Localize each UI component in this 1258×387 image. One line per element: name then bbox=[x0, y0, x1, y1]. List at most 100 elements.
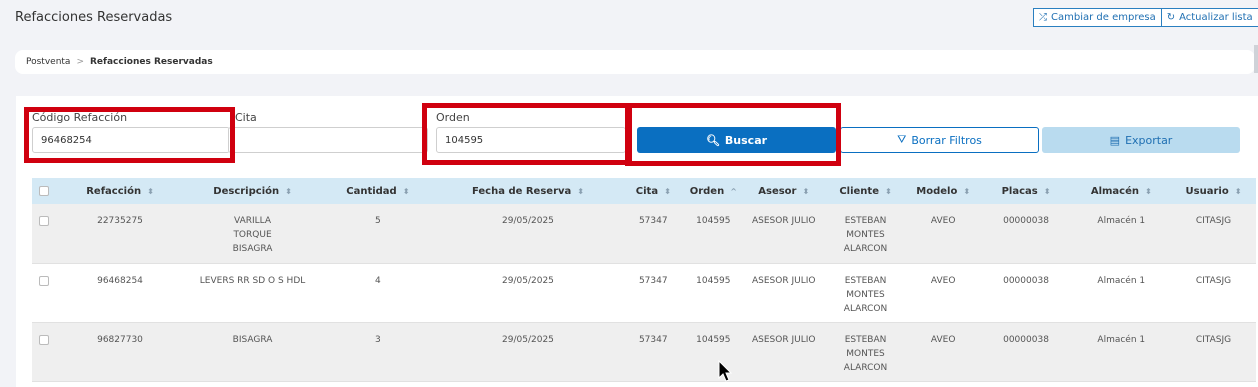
exportar-label: Exportar bbox=[1125, 133, 1173, 147]
sort-icon: ⬍ bbox=[285, 186, 292, 196]
exportar-button[interactable]: ▤ Exportar bbox=[1042, 127, 1240, 153]
col-cita[interactable]: Cita ⬍ bbox=[622, 178, 684, 204]
buscar-button[interactable]: 🔍︎ Buscar bbox=[637, 127, 836, 153]
borrar-filtros-label: Borrar Filtros bbox=[911, 133, 982, 147]
sort-icon: ⬍ bbox=[577, 186, 584, 196]
row-select-cell[interactable] bbox=[32, 322, 57, 381]
orden-input[interactable]: 104595 bbox=[436, 127, 626, 153]
cell-cantidad: 5 bbox=[374, 216, 381, 226]
table-row[interactable]: 22735275 VARILLA TORQUE BISAGRA 5 29/05/… bbox=[32, 204, 1256, 263]
col-almacen[interactable]: Almacén ⬍ bbox=[1072, 178, 1171, 204]
sort-icon: ⬍ bbox=[1145, 186, 1152, 196]
cell-placas: 00000038 bbox=[1003, 275, 1049, 286]
cell-descripcion: LEVERS RR SD O S HDL bbox=[199, 275, 306, 286]
breadcrumb-parent[interactable]: Postventa bbox=[26, 57, 70, 67]
cell-usuario: CITASJG bbox=[1195, 334, 1232, 345]
select-all-checkbox[interactable] bbox=[39, 185, 50, 196]
cell-cliente: ESTEBAN MONTES ALARCON bbox=[843, 334, 888, 373]
col-fecha-reserva[interactable]: Fecha de Reserva ⬍ bbox=[434, 178, 622, 204]
cell-cliente: ESTEBAN MONTES ALARCON bbox=[843, 275, 888, 314]
export-file-icon: ▤ bbox=[1109, 133, 1121, 147]
col-refaccion[interactable]: Refacción ⬍ bbox=[57, 178, 183, 204]
cell-modelo: AVEO bbox=[930, 216, 956, 226]
breadcrumb-current: Refacciones Reservadas bbox=[90, 57, 213, 67]
cell-cantidad: 3 bbox=[374, 334, 381, 345]
codigo-refaccion-label: Código Refacción bbox=[32, 111, 128, 124]
orden-label: Orden bbox=[436, 111, 470, 124]
sort-icon: ⬍ bbox=[1043, 186, 1051, 196]
refresh-list-button[interactable]: ↻ Actualizar lista bbox=[1161, 8, 1258, 27]
sort-icon: ⬍ bbox=[963, 186, 971, 196]
scrollbar[interactable] bbox=[1254, 45, 1258, 73]
sort-icon: ⬍ bbox=[1234, 186, 1242, 196]
cell-asesor: ASESOR JULIO bbox=[751, 275, 816, 286]
cell-placas: 00000038 bbox=[1003, 334, 1049, 345]
row-checkbox[interactable] bbox=[39, 334, 50, 345]
refresh-list-label: Actualizar lista bbox=[1179, 12, 1253, 23]
table-row[interactable]: 96468254 LEVERS RR SD O S HDL 4 29/05/20… bbox=[32, 263, 1256, 322]
cell-usuario: CITASJG bbox=[1195, 216, 1232, 226]
cell-modelo: AVEO bbox=[930, 334, 956, 345]
sort-icon: ⬍ bbox=[147, 186, 154, 196]
top-actions: ⤮ Cambiar de empresa ↻ Actualizar lista bbox=[1033, 8, 1258, 27]
cell-cita: 57347 bbox=[638, 216, 668, 226]
row-select-cell[interactable] bbox=[32, 204, 57, 263]
buscar-label: Buscar bbox=[724, 133, 768, 147]
breadcrumb: Postventa > Refacciones Reservadas bbox=[15, 50, 1255, 74]
cell-fecha: 29/05/2025 bbox=[502, 275, 554, 286]
borrar-filtros-button[interactable]: ⛛ Borrar Filtros bbox=[840, 127, 1039, 153]
cell-refaccion: 22735275 bbox=[97, 216, 143, 226]
cell-fecha: 29/05/2025 bbox=[502, 216, 554, 226]
col-modelo[interactable]: Modelo ⬍ bbox=[906, 178, 981, 204]
cell-cita: 57347 bbox=[638, 275, 668, 286]
col-usuario[interactable]: Usuario ⬍ bbox=[1171, 178, 1256, 204]
sort-asc-icon: ^ bbox=[730, 186, 737, 196]
cell-asesor: ASESOR JULIO bbox=[751, 334, 816, 345]
sort-icon: ⬍ bbox=[664, 186, 671, 196]
cita-input[interactable] bbox=[228, 127, 428, 153]
cell-almacen: Almacén 1 bbox=[1097, 216, 1146, 226]
cell-cita: 57347 bbox=[638, 334, 668, 345]
col-asesor[interactable]: Asesor ⬍ bbox=[742, 178, 825, 204]
select-all-cell[interactable] bbox=[32, 178, 57, 204]
change-company-button[interactable]: ⤮ Cambiar de empresa bbox=[1033, 8, 1162, 27]
refresh-icon: ↻ bbox=[1166, 12, 1176, 23]
filter-clear-icon: ⛛ bbox=[897, 133, 907, 146]
cell-placas: 00000038 bbox=[1003, 216, 1049, 226]
cell-fecha: 29/05/2025 bbox=[502, 334, 554, 345]
cell-orden: 104595 bbox=[696, 216, 731, 226]
table-header-row: Refacción ⬍ Descripción ⬍ Cantidad ⬍ Fecha … bbox=[32, 178, 1256, 204]
shuffle-icon: ⤮ bbox=[1039, 12, 1047, 23]
row-checkbox[interactable] bbox=[39, 275, 50, 286]
cell-usuario: CITASJG bbox=[1195, 275, 1232, 286]
cell-modelo: AVEO bbox=[930, 275, 956, 286]
codigo-refaccion-input[interactable]: 96468254 bbox=[32, 127, 230, 153]
col-placas[interactable]: Placas ⬍ bbox=[980, 178, 1071, 204]
col-descripcion[interactable]: Descripción ⬍ bbox=[183, 178, 322, 204]
sort-icon: ⬍ bbox=[885, 186, 892, 196]
mouse-cursor-icon bbox=[718, 360, 733, 382]
cell-cliente: ESTEBAN MONTES ALARCON bbox=[843, 216, 888, 254]
row-select-cell[interactable] bbox=[32, 263, 57, 322]
cell-descripcion: VARILLA TORQUE BISAGRA bbox=[232, 216, 273, 254]
cell-refaccion: 96827730 bbox=[97, 334, 143, 345]
cell-descripcion: BISAGRA bbox=[232, 334, 273, 345]
sort-icon: ⬍ bbox=[402, 186, 410, 196]
cell-almacen: Almacén 1 bbox=[1097, 334, 1146, 345]
row-checkbox[interactable] bbox=[39, 216, 50, 226]
cell-almacen: Almacén 1 bbox=[1097, 275, 1146, 286]
cell-refaccion: 96468254 bbox=[97, 275, 143, 286]
cell-cantidad: 4 bbox=[374, 275, 381, 286]
search-icon: 🔍︎ bbox=[705, 133, 720, 147]
breadcrumb-separator: > bbox=[76, 57, 84, 67]
col-orden[interactable]: Orden ^ bbox=[684, 178, 742, 204]
cell-orden: 104595 bbox=[696, 275, 731, 286]
col-cantidad[interactable]: Cantidad ⬍ bbox=[322, 178, 434, 204]
change-company-label: Cambiar de empresa bbox=[1051, 12, 1156, 23]
col-cliente[interactable]: Cliente ⬍ bbox=[825, 178, 906, 204]
table-row[interactable]: 96827730 BISAGRA 3 29/05/2025 57347 1045… bbox=[32, 322, 1256, 381]
sort-icon: ⬍ bbox=[802, 186, 810, 196]
page-title: Refacciones Reservadas bbox=[15, 10, 173, 25]
cell-asesor: ASESOR JULIO bbox=[751, 216, 816, 226]
cita-label: Cita bbox=[235, 111, 257, 124]
